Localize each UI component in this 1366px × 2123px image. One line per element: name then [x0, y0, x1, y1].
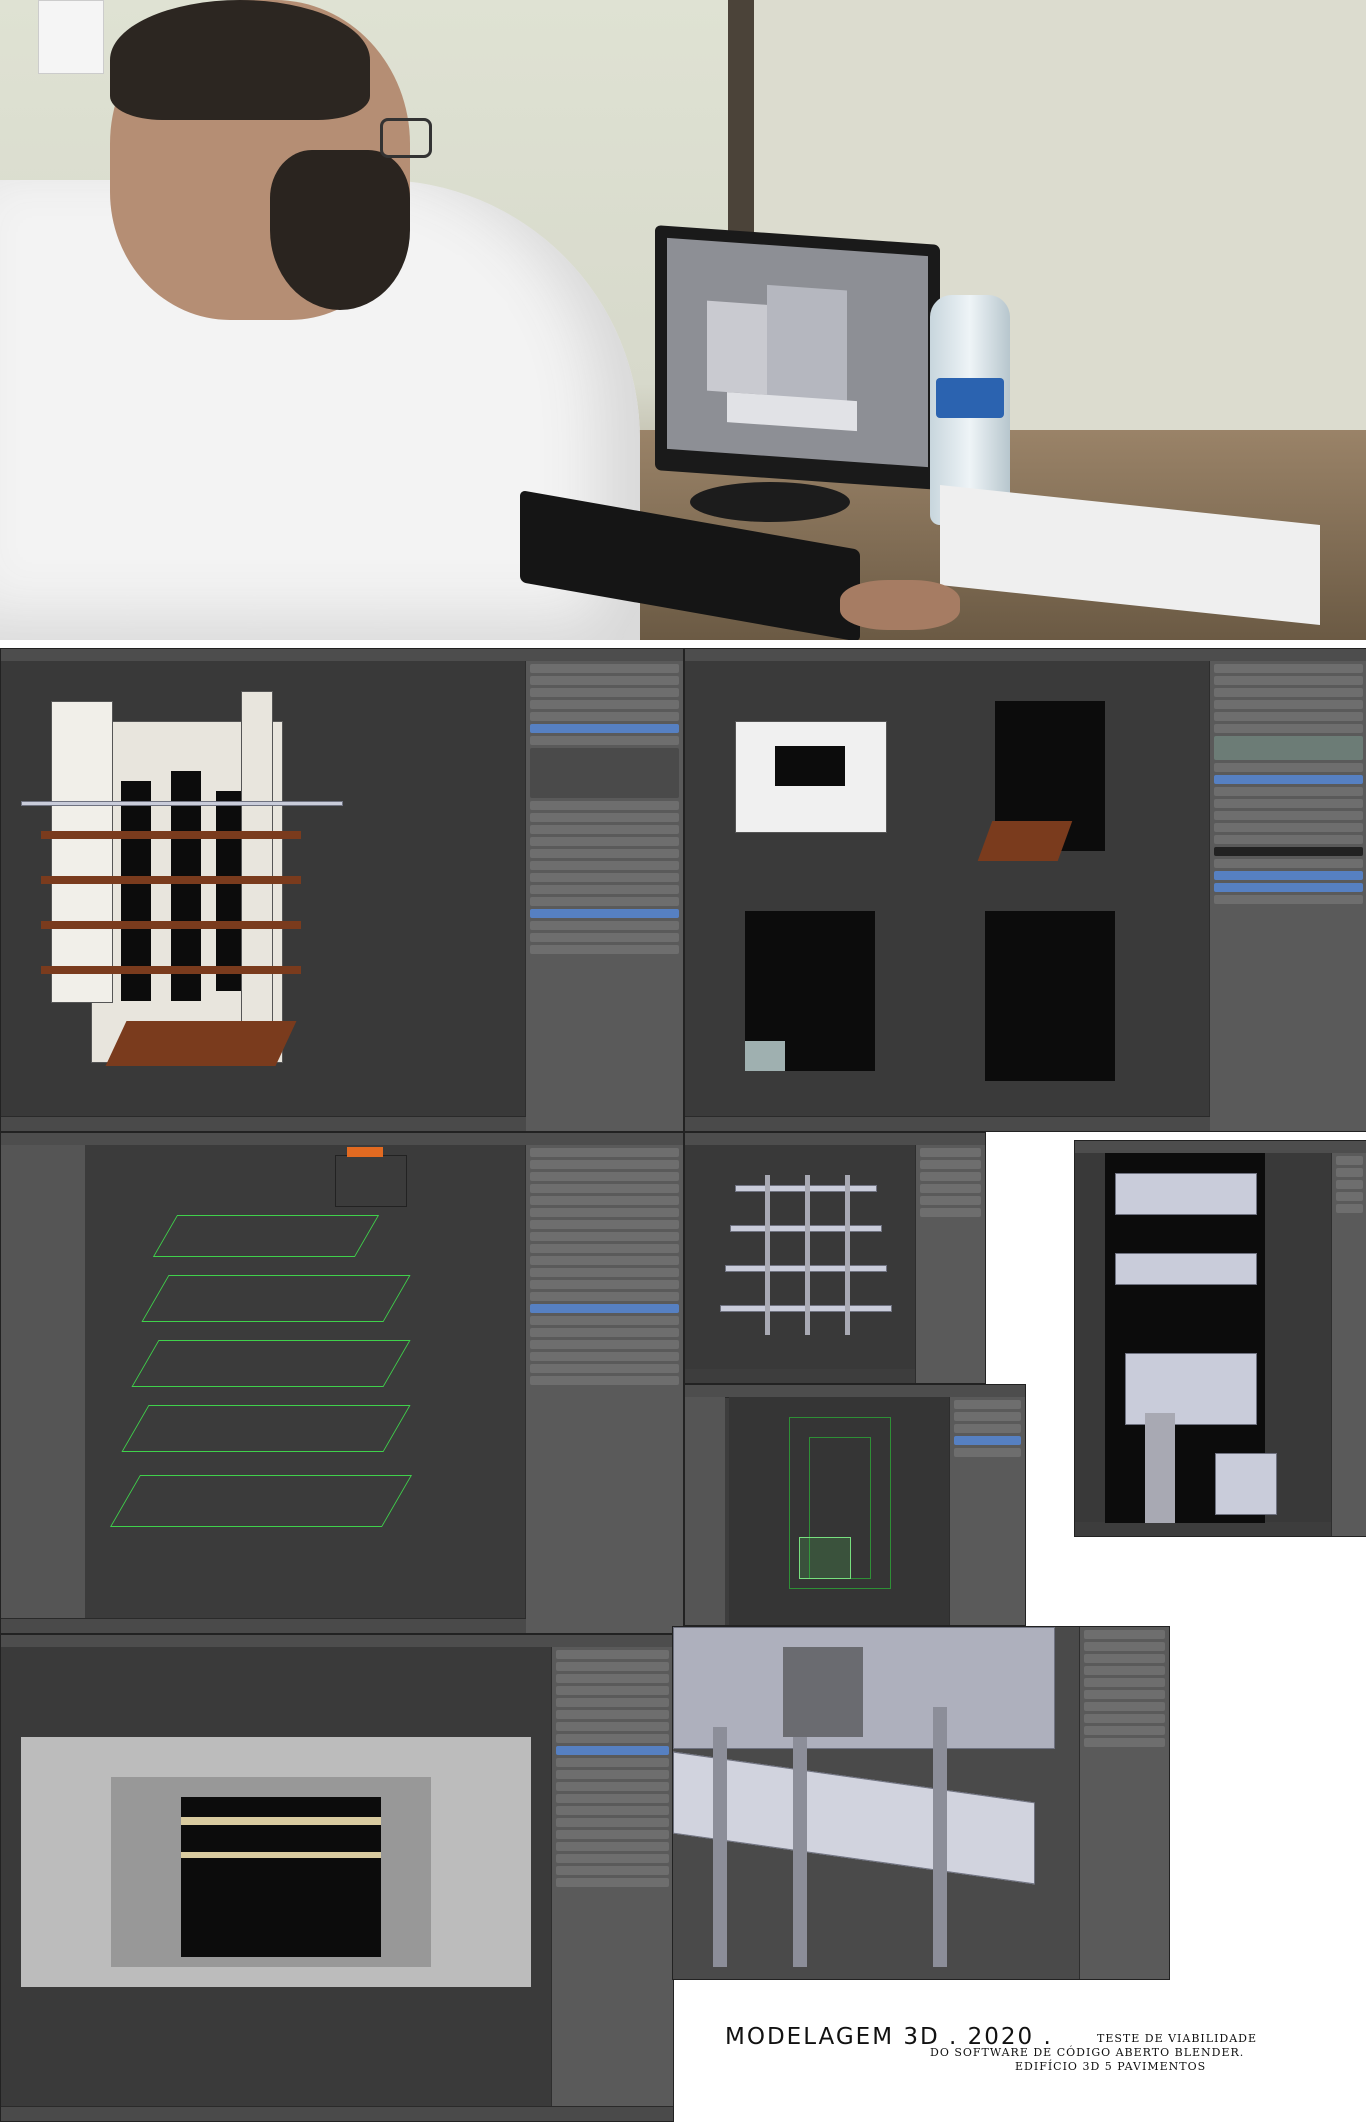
viewport-render[interactable]	[1, 1647, 553, 2107]
photo-person-at-computer	[0, 0, 1366, 640]
monitor-screen	[667, 237, 928, 468]
person-beard	[270, 150, 410, 310]
caption-line-2: DO SOFTWARE DE CÓDIGO ABERTO BLENDER.	[930, 2046, 1245, 2059]
viewport-quad[interactable]	[685, 661, 1211, 1117]
screenshot-render-translucent	[0, 1634, 674, 2122]
viewport-interior[interactable]	[1075, 1153, 1332, 1523]
screenshot-wire-cube	[684, 1384, 1026, 1626]
timeline-bar[interactable]	[1, 1618, 527, 1633]
screenshot-interior	[1074, 1140, 1366, 1537]
properties-panel[interactable]	[551, 1647, 673, 2121]
glasses-icon	[380, 118, 432, 158]
properties-panel[interactable]	[525, 661, 683, 1131]
monitor-stand	[690, 482, 850, 522]
viewport-3d[interactable]	[1, 661, 527, 1117]
viewport-wireframe[interactable]	[85, 1145, 527, 1619]
properties-panel[interactable]	[525, 1145, 683, 1633]
viewport-walls[interactable]	[673, 1627, 1080, 1979]
timeline-bar[interactable]	[1, 1116, 527, 1131]
outliner-panel[interactable]	[949, 1397, 1025, 1625]
screenshot-building-render	[0, 648, 684, 1132]
properties-panel[interactable]	[1209, 661, 1366, 1131]
properties-panel[interactable]	[1330, 1153, 1366, 1536]
viewport-slabs[interactable]	[685, 1145, 916, 1369]
screenshot-slabs	[684, 1132, 986, 1384]
timeline-bar[interactable]	[685, 1116, 1211, 1131]
caption: MODELAGEM 3D . 2020 . TESTE DE VIABILIDA…	[725, 2018, 1285, 2098]
screenshot-wireframe	[0, 1132, 684, 1634]
caption-line-1: TESTE DE VIABILIDADE	[1097, 2032, 1258, 2045]
screenshot-quad-view	[684, 648, 1366, 1132]
tool-shelf[interactable]	[685, 1397, 725, 1625]
wall-paper	[38, 0, 104, 74]
viewport-wire-cube[interactable]	[729, 1397, 951, 1625]
monitor	[655, 225, 940, 490]
timeline-bar[interactable]	[1, 2106, 673, 2121]
outliner-panel[interactable]	[915, 1145, 985, 1383]
tool-shelf[interactable]	[1, 1145, 86, 1619]
caption-line-3: EDIFÍCIO 3D 5 PAVIMENTOS	[1015, 2060, 1207, 2073]
outliner-panel[interactable]	[1078, 1627, 1169, 1979]
person-hand	[840, 580, 960, 630]
person-hair	[110, 0, 370, 120]
screenshot-walls-perspective	[672, 1626, 1170, 1980]
bottle-label-logo	[936, 378, 1004, 418]
wall-pillar	[728, 0, 754, 250]
